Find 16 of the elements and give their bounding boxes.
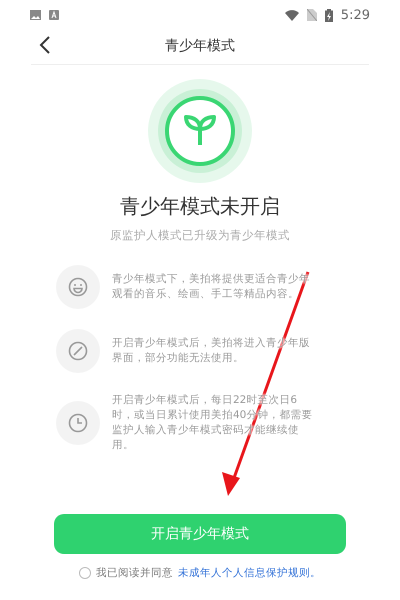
battery-icon — [324, 8, 333, 22]
clock-time: 5:29 — [340, 8, 370, 22]
status-heading: 青少年模式未开启 — [120, 193, 280, 220]
clock-icon — [68, 413, 88, 433]
agreement-text: 我已阅读并同意 — [96, 566, 173, 580]
image-icon — [30, 10, 41, 20]
page-title: 青少年模式 — [165, 37, 235, 55]
status-subtitle: 原监护人模式已升级为青少年模式 — [110, 228, 290, 243]
privacy-rules-link[interactable]: 未成年人个人信息保护规则。 — [178, 566, 321, 580]
sprout-logo-icon — [148, 79, 252, 183]
no-sim-icon — [306, 9, 317, 21]
prohibited-icon — [68, 341, 88, 361]
wifi-icon — [284, 10, 299, 20]
app-notification-icon — [49, 10, 59, 20]
smile-icon — [68, 277, 88, 297]
agree-radio[interactable] — [79, 567, 91, 579]
